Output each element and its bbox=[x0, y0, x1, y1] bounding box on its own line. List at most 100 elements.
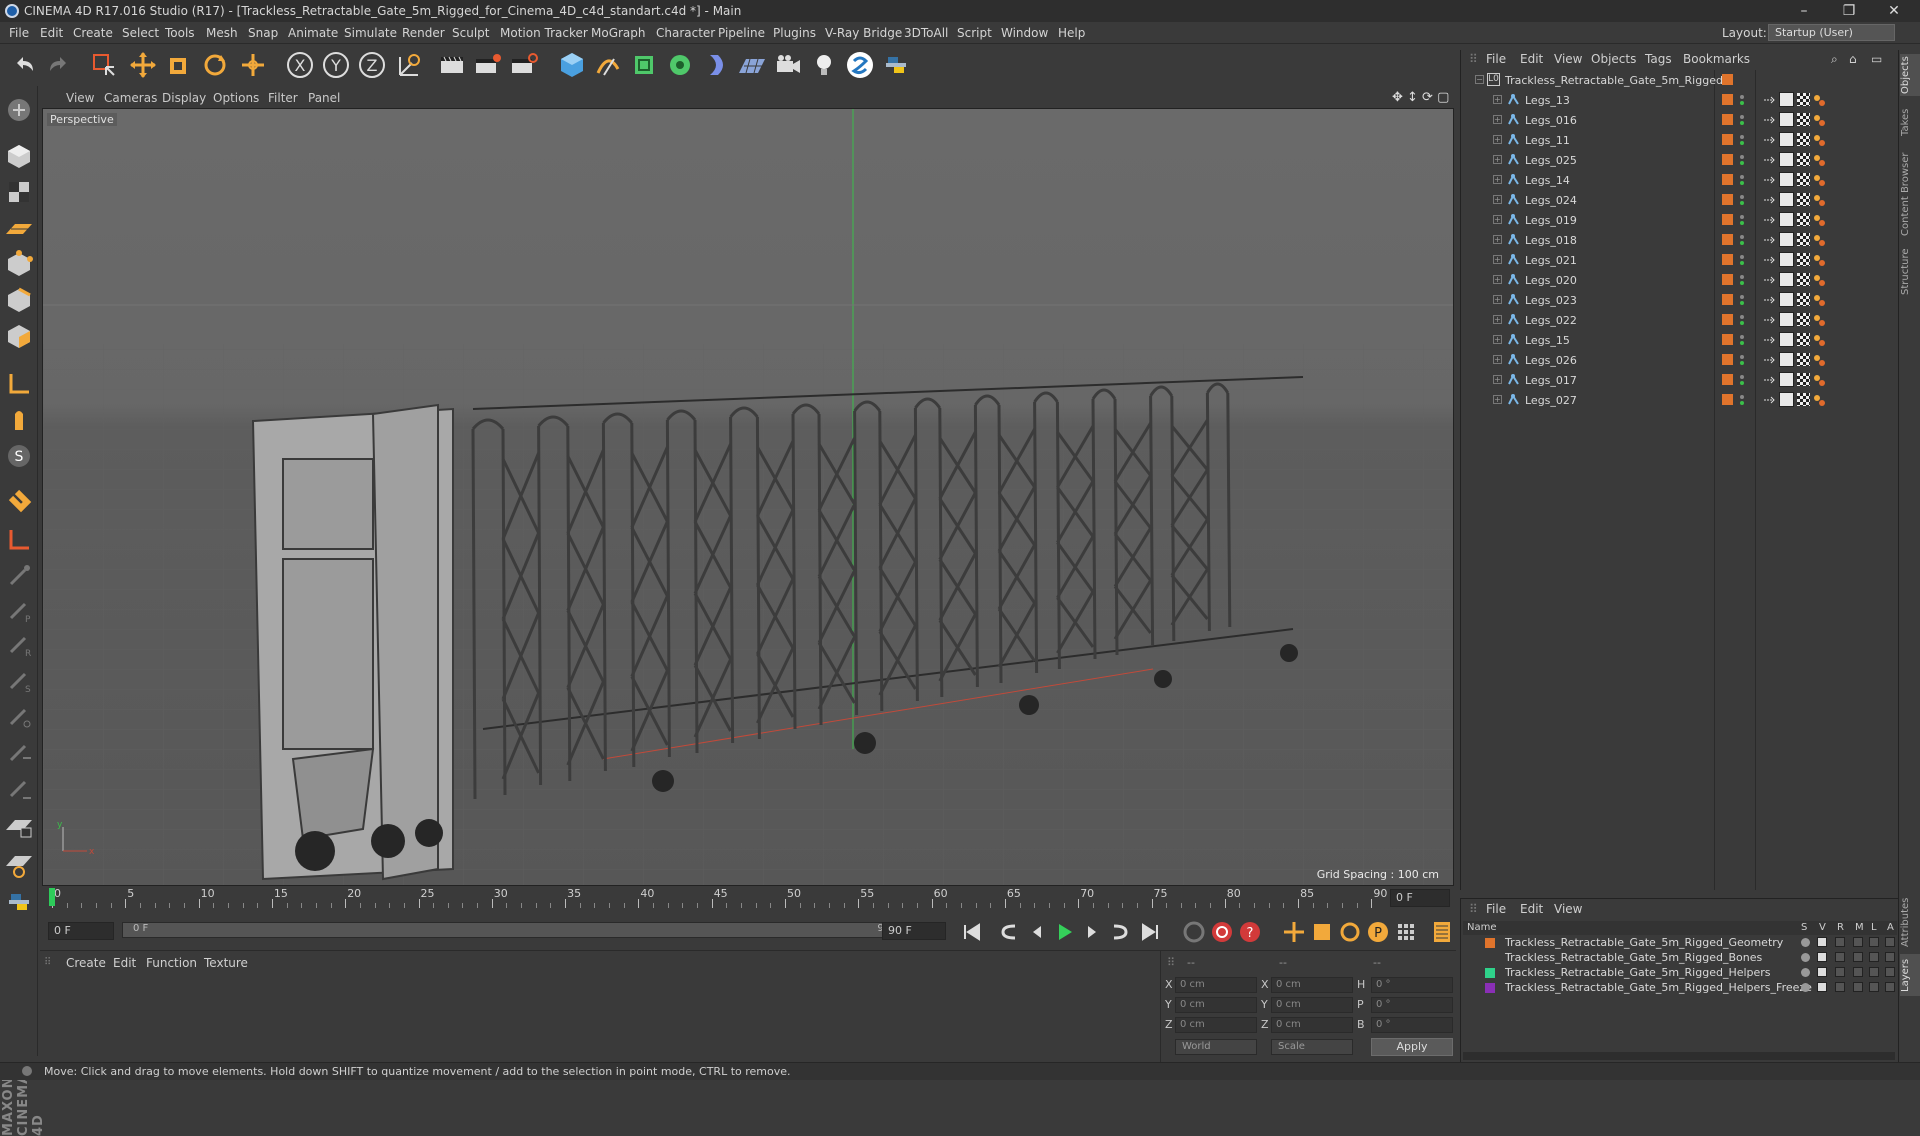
material-menu-function[interactable]: Function bbox=[146, 956, 197, 970]
texture-tag-icon[interactable] bbox=[1797, 193, 1810, 206]
layer-solo-icon[interactable] bbox=[1801, 953, 1810, 962]
object-row[interactable]: + Legs_14 bbox=[1463, 170, 1897, 190]
visibility-dots-icon[interactable] bbox=[1739, 74, 1745, 86]
texture-tag-icon[interactable] bbox=[1797, 113, 1810, 126]
restore-button[interactable]: ❐ bbox=[1829, 1, 1869, 21]
ik-tag-icon[interactable] bbox=[1763, 134, 1775, 146]
constraint-tag-icon[interactable] bbox=[1813, 294, 1825, 306]
visibility-dots-icon[interactable] bbox=[1739, 154, 1745, 166]
layer-row[interactable]: Trackless_Retractable_Gate_5m_Rigged_Bon… bbox=[1463, 950, 1897, 965]
constraint-tag-icon[interactable] bbox=[1813, 374, 1825, 386]
points-mode-icon[interactable] bbox=[3, 248, 35, 280]
objects-menu-objects[interactable]: Objects bbox=[1591, 52, 1636, 66]
menu-file[interactable]: File bbox=[9, 26, 29, 40]
layer-color-swatch[interactable] bbox=[1722, 274, 1733, 285]
weight-tag-icon[interactable] bbox=[1779, 272, 1794, 287]
texture-tag-icon[interactable] bbox=[1797, 373, 1810, 386]
ik-tag-icon[interactable] bbox=[1763, 214, 1775, 226]
redo-icon[interactable] bbox=[42, 49, 74, 81]
objects-menu-view[interactable]: View bbox=[1554, 52, 1582, 66]
deformer-icon[interactable] bbox=[700, 49, 732, 81]
snap-icon[interactable]: S bbox=[3, 440, 35, 472]
tab-attributes[interactable]: Attributes bbox=[1900, 896, 1920, 948]
cube-object-icon[interactable] bbox=[556, 49, 588, 81]
rotate-tool-icon[interactable] bbox=[199, 49, 231, 81]
menu-vray-bridge[interactable]: V-Ray Bridge bbox=[825, 26, 902, 40]
texture-tag-icon[interactable] bbox=[1797, 233, 1810, 246]
layers-menu-edit[interactable]: Edit bbox=[1520, 902, 1543, 916]
ik-tag-icon[interactable] bbox=[1763, 354, 1775, 366]
layer-lock-icon[interactable] bbox=[1869, 952, 1879, 962]
object-row[interactable]: + Legs_025 bbox=[1463, 150, 1897, 170]
layer-lock-icon[interactable] bbox=[1869, 937, 1879, 947]
object-row[interactable]: + Legs_15 bbox=[1463, 330, 1897, 350]
visibility-dots-icon[interactable] bbox=[1739, 314, 1745, 326]
layer-view-icon[interactable] bbox=[1817, 967, 1827, 977]
constraint-tag-icon[interactable] bbox=[1813, 154, 1825, 166]
expand-toggle-icon[interactable]: + bbox=[1493, 395, 1502, 404]
texture-tag-icon[interactable] bbox=[1797, 393, 1810, 406]
viewport-menu-display[interactable]: Display bbox=[162, 91, 206, 105]
key-rotation-icon[interactable] bbox=[1338, 920, 1362, 944]
menu-plugins[interactable]: Plugins bbox=[773, 26, 816, 40]
coordinate-system-icon[interactable] bbox=[392, 49, 424, 81]
edges-mode-icon[interactable] bbox=[3, 284, 35, 316]
menu-snap[interactable]: Snap bbox=[248, 26, 278, 40]
expand-toggle-icon[interactable]: + bbox=[1493, 115, 1502, 124]
layer-color-swatch[interactable] bbox=[1722, 254, 1733, 265]
constraint-tag-icon[interactable] bbox=[1813, 314, 1825, 326]
object-row[interactable]: + Legs_019 bbox=[1463, 210, 1897, 230]
visibility-dots-icon[interactable] bbox=[1739, 234, 1745, 246]
layer-color-swatch[interactable] bbox=[1485, 983, 1495, 993]
layout-select[interactable]: Startup (User) bbox=[1768, 24, 1895, 41]
keyframe-selection-icon[interactable]: ? bbox=[1238, 920, 1262, 944]
undo-icon[interactable] bbox=[9, 49, 41, 81]
menu-animate[interactable]: Animate bbox=[288, 26, 338, 40]
layer-color-swatch[interactable] bbox=[1722, 194, 1733, 205]
render-settings-icon[interactable] bbox=[508, 49, 540, 81]
tab-content-browser[interactable]: Content Browser bbox=[1900, 148, 1920, 240]
layer-render-icon[interactable] bbox=[1835, 952, 1845, 962]
transform-tool-icon[interactable] bbox=[237, 49, 269, 81]
material-menu-create[interactable]: Create bbox=[66, 956, 106, 970]
menu-mesh[interactable]: Mesh bbox=[206, 26, 238, 40]
ik-tag-icon[interactable] bbox=[1763, 274, 1775, 286]
objects-menu-bookmarks[interactable]: Bookmarks bbox=[1683, 52, 1750, 66]
go-to-start-icon[interactable] bbox=[960, 920, 984, 944]
next-keyframe-icon[interactable] bbox=[1108, 920, 1132, 944]
weight-tag-icon[interactable] bbox=[1779, 212, 1794, 227]
viewport-menu-filter[interactable]: Filter bbox=[268, 91, 298, 105]
size-y-field[interactable]: 0 cm bbox=[1271, 997, 1353, 1013]
visibility-dots-icon[interactable] bbox=[1739, 194, 1745, 206]
menu-script[interactable]: Script bbox=[957, 26, 992, 40]
position-x-field[interactable]: 0 cm bbox=[1175, 977, 1257, 993]
layer-solo-icon[interactable] bbox=[1801, 968, 1810, 977]
python-script-icon[interactable] bbox=[3, 886, 35, 918]
viewport-menu-view[interactable]: View bbox=[66, 91, 94, 105]
new-window-icon[interactable]: ▭ bbox=[1871, 52, 1882, 66]
weight-tag-icon[interactable] bbox=[1779, 312, 1794, 327]
object-row[interactable]: + Legs_021 bbox=[1463, 250, 1897, 270]
start-frame-field[interactable]: 0 F bbox=[48, 922, 114, 940]
key-parameter-icon[interactable]: P bbox=[1366, 920, 1390, 944]
visibility-dots-icon[interactable] bbox=[1739, 374, 1745, 386]
object-row[interactable]: + Legs_027 bbox=[1463, 390, 1897, 410]
weight-tag-icon[interactable] bbox=[1779, 392, 1794, 407]
layer-color-swatch[interactable] bbox=[1485, 953, 1495, 963]
vray-logo-icon[interactable] bbox=[844, 49, 876, 81]
move-tool-icon[interactable] bbox=[127, 49, 159, 81]
constraint-tag-icon[interactable] bbox=[1813, 214, 1825, 226]
ik-tag-icon[interactable] bbox=[1763, 174, 1775, 186]
layer-color-swatch[interactable] bbox=[1485, 968, 1495, 978]
key-scale-icon[interactable] bbox=[1310, 920, 1334, 944]
autokey-record-icon[interactable] bbox=[1210, 920, 1234, 944]
tab-objects[interactable]: Objects bbox=[1900, 54, 1920, 96]
texture-tag-icon[interactable] bbox=[1797, 353, 1810, 366]
key-position-icon[interactable] bbox=[1282, 920, 1306, 944]
layer-color-swatch[interactable] bbox=[1722, 234, 1733, 245]
menu-simulate[interactable]: Simulate bbox=[344, 26, 397, 40]
make-editable-icon[interactable] bbox=[3, 94, 35, 126]
layer-color-swatch[interactable] bbox=[1722, 294, 1733, 305]
menu-render[interactable]: Render bbox=[402, 26, 445, 40]
ik-tag-icon[interactable] bbox=[1763, 194, 1775, 206]
